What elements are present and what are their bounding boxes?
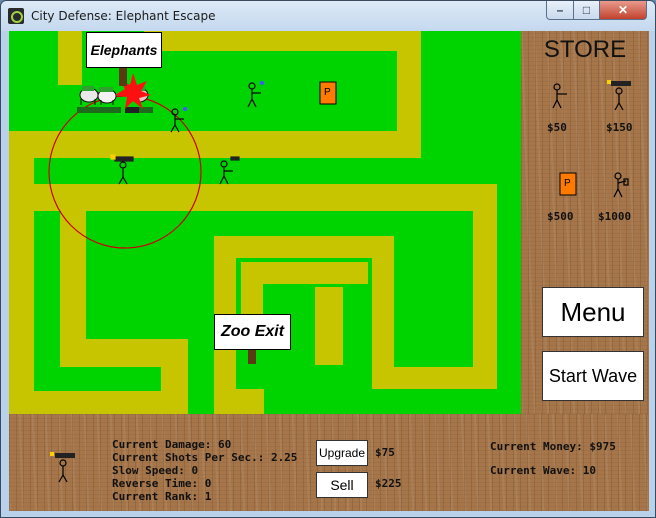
elephant-enemy[interactable] [97, 87, 121, 113]
window-title: City Defense: Elephant Escape [31, 9, 216, 23]
sell-button[interactable]: Sell [316, 472, 368, 498]
stick-gunner-tower[interactable] [247, 80, 265, 108]
svg-text:P: P [564, 178, 571, 189]
current-money: Current Money: $975 [490, 440, 616, 453]
close-icon: ✕ [617, 3, 629, 17]
stat-rank: Current Rank: 1 [112, 490, 212, 503]
current-wave: Current Wave: 10 [490, 464, 596, 477]
game-map[interactable]: P Elephants Zoo Exit [9, 31, 521, 414]
tv-tower[interactable]: P [319, 81, 337, 105]
store-price-tv-tower: $500 [547, 210, 574, 223]
elephants-sign-post [119, 66, 127, 86]
game-client-area: P Elephants Zoo Exit STORE $50 $150 P $5… [9, 31, 649, 511]
info-panel: Current Damage: 60 Current Shots Per Sec… [9, 414, 649, 511]
zoo-exit-sign: Zoo Exit [214, 314, 291, 350]
elephants-entry-sign: Elephants [86, 32, 162, 68]
game-window: City Defense: Elephant Escape – □ ✕ P El… [0, 0, 656, 518]
stat-damage: Current Damage: 60 [112, 438, 232, 451]
stick-gunner-tower[interactable] [170, 106, 188, 133]
stick-gunner-tower[interactable] [219, 156, 240, 185]
close-button[interactable]: ✕ [599, 1, 647, 20]
store-title: STORE [543, 36, 627, 63]
store-price-cannon: $150 [606, 121, 633, 134]
stat-shots-per-sec: Current Shots Per Sec.: 2.25 [112, 451, 298, 464]
tv-tower-icon[interactable]: P [558, 171, 586, 203]
store-price-stick-gunner: $50 [547, 121, 567, 134]
cannon-icon[interactable] [605, 79, 633, 111]
app-icon [8, 8, 24, 24]
maximize-icon: □ [582, 3, 591, 17]
upgrade-button[interactable]: Upgrade [316, 440, 368, 466]
svg-text:P: P [324, 87, 331, 98]
menu-button[interactable]: Menu [542, 287, 644, 337]
selected-tower-cannon-icon [50, 452, 75, 483]
title-bar[interactable]: City Defense: Elephant Escape – □ ✕ [1, 1, 655, 31]
rocket-tower-icon[interactable] [606, 171, 634, 203]
stick-gunner-icon[interactable] [545, 81, 573, 113]
sell-value: $225 [375, 477, 402, 490]
minimize-button[interactable]: – [546, 1, 574, 20]
stat-reverse-time: Reverse Time: 0 [112, 477, 212, 490]
elephant-enemy[interactable] [77, 86, 99, 113]
store-panel: STORE $50 $150 P $500 $1000 Menu Start W… [521, 31, 649, 414]
stat-slow-speed: Slow Speed: 0 [112, 464, 199, 477]
zoo-exit-sign-post [248, 349, 256, 364]
upgrade-cost: $75 [375, 446, 395, 459]
map-overlay: P [48, 73, 337, 249]
start-wave-button[interactable]: Start Wave [542, 351, 644, 401]
cannon-tower[interactable] [110, 154, 134, 185]
store-price-rocket-tower: $1000 [598, 210, 632, 223]
minimize-icon: – [556, 3, 564, 17]
maximize-button[interactable]: □ [573, 1, 600, 20]
